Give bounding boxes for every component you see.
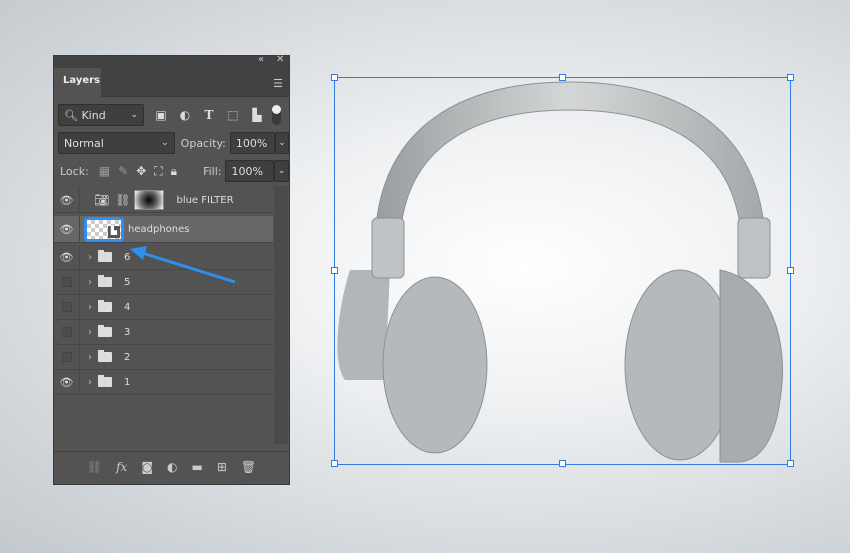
- transform-handle[interactable]: [331, 267, 338, 274]
- transform-handle[interactable]: [787, 267, 794, 274]
- transform-bounding-box[interactable]: [334, 77, 791, 465]
- transform-handle[interactable]: [787, 460, 794, 467]
- transform-handle[interactable]: [559, 460, 566, 467]
- transform-handle[interactable]: [331, 460, 338, 467]
- transform-handle[interactable]: [787, 74, 794, 81]
- transform-handle[interactable]: [331, 74, 338, 81]
- transform-handle[interactable]: [559, 74, 566, 81]
